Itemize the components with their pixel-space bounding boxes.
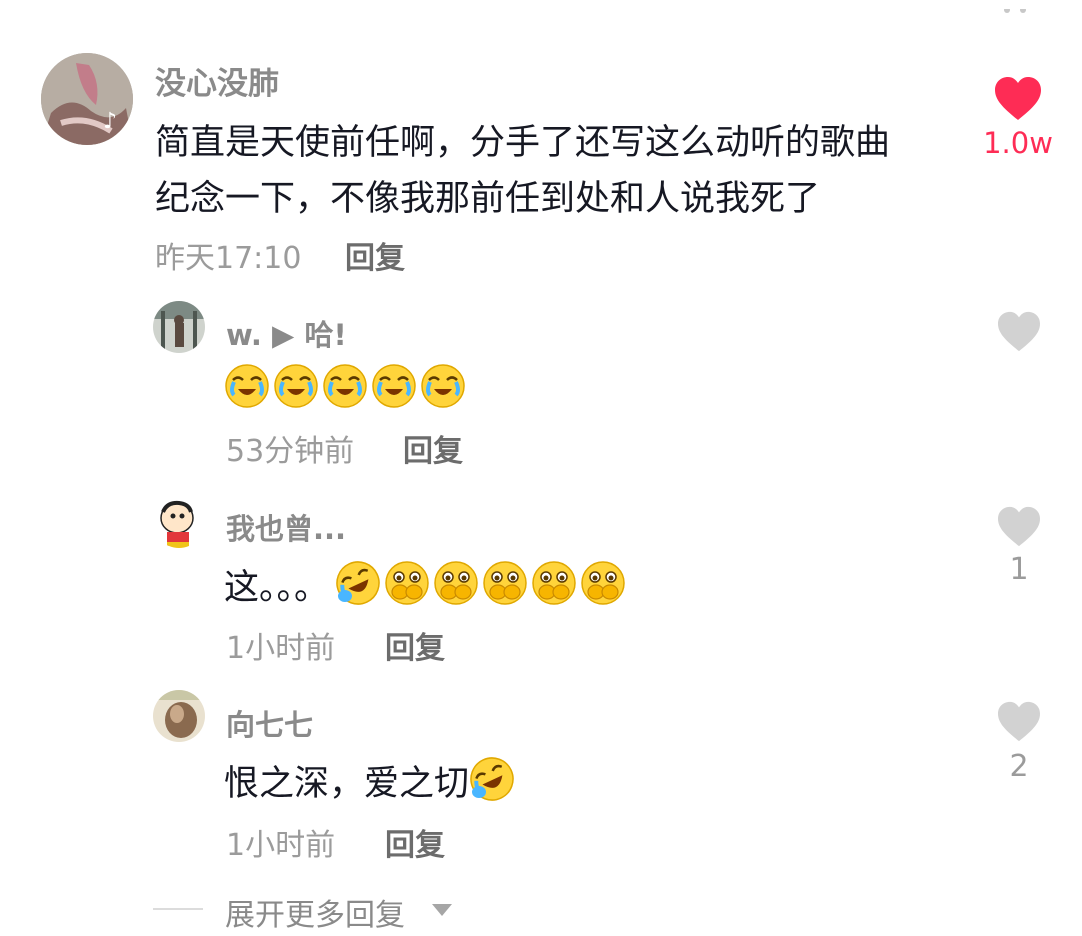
timestamp: 53分钟前 bbox=[226, 434, 355, 469]
divider bbox=[153, 908, 203, 910]
reply-button[interactable]: 回复 bbox=[385, 820, 445, 864]
reply-text: 这。。。 bbox=[224, 568, 330, 608]
like-count: 1 bbox=[1009, 552, 1029, 587]
laugh-cry-emoji-icon bbox=[420, 363, 466, 413]
like-heart-icon[interactable] bbox=[993, 76, 1043, 122]
reply-emojis bbox=[224, 363, 469, 411]
username[interactable]: 我也曾... bbox=[226, 506, 346, 548]
covering-mouth-emoji-icon bbox=[482, 560, 528, 610]
like-heart-icon[interactable] bbox=[996, 311, 1042, 353]
laugh-cry-emoji-icon bbox=[273, 363, 319, 413]
reply-button[interactable]: 回复 bbox=[385, 623, 445, 667]
username[interactable]: 向七七 bbox=[226, 702, 313, 744]
like-count: 2 bbox=[1009, 749, 1029, 784]
timestamp: 1小时前 bbox=[226, 631, 336, 666]
laugh-cry-emoji-icon bbox=[322, 363, 368, 413]
covering-mouth-emoji-icon bbox=[531, 560, 577, 610]
like-count: 1.0w bbox=[983, 126, 1053, 160]
like-heart-icon[interactable] bbox=[996, 506, 1042, 548]
covering-mouth-emoji-icon bbox=[580, 560, 626, 610]
comment-text-line-1: 简直是天使前任啊，分手了还写这么动听的歌曲 bbox=[155, 123, 891, 163]
reply-content: 这。。。 bbox=[224, 559, 629, 610]
username[interactable]: 没心没肺 bbox=[155, 58, 279, 103]
reply-button[interactable]: 回复 bbox=[345, 233, 405, 277]
timestamp: 昨天17:10 bbox=[155, 241, 302, 276]
laugh-cry-emoji-icon bbox=[371, 363, 417, 413]
covering-mouth-emoji-icon bbox=[433, 560, 479, 610]
avatar[interactable] bbox=[153, 496, 205, 548]
top-cutoff-icon bbox=[1000, 0, 1030, 13]
comment-text-line-2: 纪念一下，不像我那前任到处和人说我死了 bbox=[155, 179, 821, 219]
svg-text:♪: ♪ bbox=[103, 109, 117, 134]
avatar[interactable] bbox=[153, 690, 205, 742]
reply-text: 恨之深，爱之切 bbox=[224, 764, 470, 804]
covering-mouth-emoji-icon bbox=[384, 560, 430, 610]
avatar[interactable] bbox=[153, 301, 205, 353]
like-heart-icon[interactable] bbox=[996, 701, 1042, 743]
laugh-cry-emoji-icon bbox=[224, 363, 270, 413]
reply-content: 恨之深，爱之切 bbox=[224, 755, 518, 806]
avatar[interactable]: ♪ bbox=[41, 53, 133, 145]
reply-button[interactable]: 回复 bbox=[403, 426, 463, 470]
expand-more-replies[interactable]: 展开更多回复 bbox=[153, 890, 473, 933]
username[interactable]: w. ▶ 哈! bbox=[226, 312, 347, 354]
expand-label: 展开更多回复 bbox=[225, 898, 405, 933]
chevron-down-icon bbox=[431, 902, 453, 921]
timestamp: 1小时前 bbox=[226, 828, 336, 863]
rofl-emoji-icon bbox=[335, 560, 381, 610]
rofl-emoji-icon bbox=[469, 756, 515, 806]
